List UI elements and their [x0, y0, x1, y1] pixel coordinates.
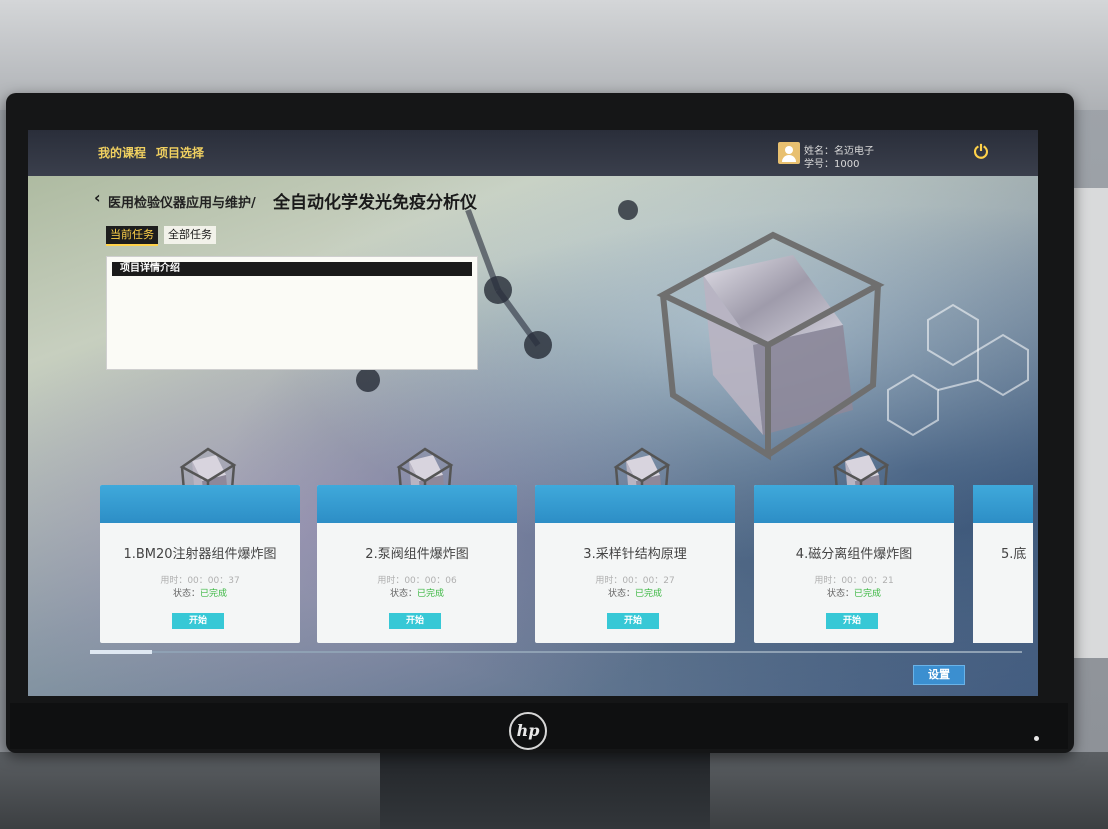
start-button[interactable]: 开始 [172, 613, 224, 629]
tab-current-tasks[interactable]: 当前任务 [106, 226, 158, 246]
task-status-label: 状态： [389, 589, 417, 599]
task-time: 用时：00：00：06 [377, 576, 457, 586]
start-button[interactable]: 开始 [389, 613, 441, 629]
user-id: 学号：1000 [804, 159, 860, 170]
task-time: 用时：00：00：27 [595, 576, 675, 586]
card-header [317, 485, 517, 523]
project-detail-panel: 项目详情介绍 [106, 256, 478, 370]
task-status-row: 状态：已完成 [100, 586, 300, 599]
card-header [535, 485, 735, 523]
task-status: 已完成 [200, 589, 228, 599]
settings-button[interactable]: 设置 [913, 665, 965, 685]
task-title: 3.采样针结构原理 [583, 547, 687, 562]
task-card-4[interactable]: 4.磁分离组件爆炸图 用时：00：00：21 状态：已完成 开始 [754, 485, 954, 643]
task-status: 已完成 [635, 589, 663, 599]
cube-decoration-icon [656, 231, 885, 461]
task-status-label: 状态： [172, 589, 200, 599]
card-header [973, 485, 1033, 523]
task-title: 2.泵阀组件爆炸图 [365, 547, 469, 562]
task-status-row: 状态：已完成 [535, 586, 735, 599]
task-time: 用时：00：00：21 [814, 576, 894, 586]
power-led [1034, 736, 1039, 741]
nav-project-select[interactable]: 项目选择 [156, 144, 204, 161]
task-title: 4.磁分离组件爆炸图 [795, 547, 913, 562]
power-icon[interactable]: ⏻ [970, 142, 992, 164]
background-object [1074, 188, 1108, 658]
task-status: 已完成 [854, 589, 882, 599]
monitor-stand [380, 752, 710, 829]
top-bar: 我的课程 项目选择 姓名：名迈电子 学号：1000 ⏻ [28, 130, 1038, 176]
task-status-row: 状态：已完成 [317, 586, 517, 599]
task-status-label: 状态： [826, 589, 854, 599]
user-avatar-icon [778, 142, 800, 164]
task-card-3[interactable]: 3.采样针结构原理 用时：00：00：27 状态：已完成 开始 [535, 485, 735, 643]
breadcrumb-course[interactable]: 医用检验仪器应用与维护/ [108, 192, 256, 211]
horizontal-scroll-thumb[interactable] [90, 650, 152, 654]
detail-panel-title: 项目详情介绍 [112, 262, 472, 276]
hp-logo: hp [509, 712, 547, 750]
start-button[interactable]: 开始 [607, 613, 659, 629]
tab-all-tasks[interactable]: 全部任务 [164, 226, 216, 244]
task-time: 用时：00：00：37 [160, 576, 240, 586]
task-title: 1.BM20注射器组件爆炸图 [123, 547, 277, 562]
card-header [100, 485, 300, 523]
task-status-label: 状态： [607, 589, 635, 599]
task-card-2[interactable]: 2.泵阀组件爆炸图 用时：00：00：06 状态：已完成 开始 [317, 485, 517, 643]
page-title: 全自动化学发光免疫分析仪 [273, 193, 477, 213]
back-chevron-icon[interactable]: ‹ [94, 188, 101, 207]
task-status: 已完成 [417, 589, 445, 599]
task-status-row: 状态：已完成 [754, 586, 954, 599]
task-card-1[interactable]: 1.BM20注射器组件爆炸图 用时：00：00：37 状态：已完成 开始 [100, 485, 300, 643]
horizontal-scroll-track[interactable] [90, 651, 1022, 653]
card-header [754, 485, 954, 523]
app-screen: 我的课程 项目选择 姓名：名迈电子 学号：1000 ⏻ ‹ 医用检验仪器应用与维… [28, 130, 1038, 696]
task-card-5-partial[interactable]: 5.底 [973, 485, 1033, 643]
task-title: 5.底 [1001, 547, 1027, 562]
start-button[interactable]: 开始 [826, 613, 878, 629]
nav-my-course[interactable]: 我的课程 [98, 144, 146, 161]
